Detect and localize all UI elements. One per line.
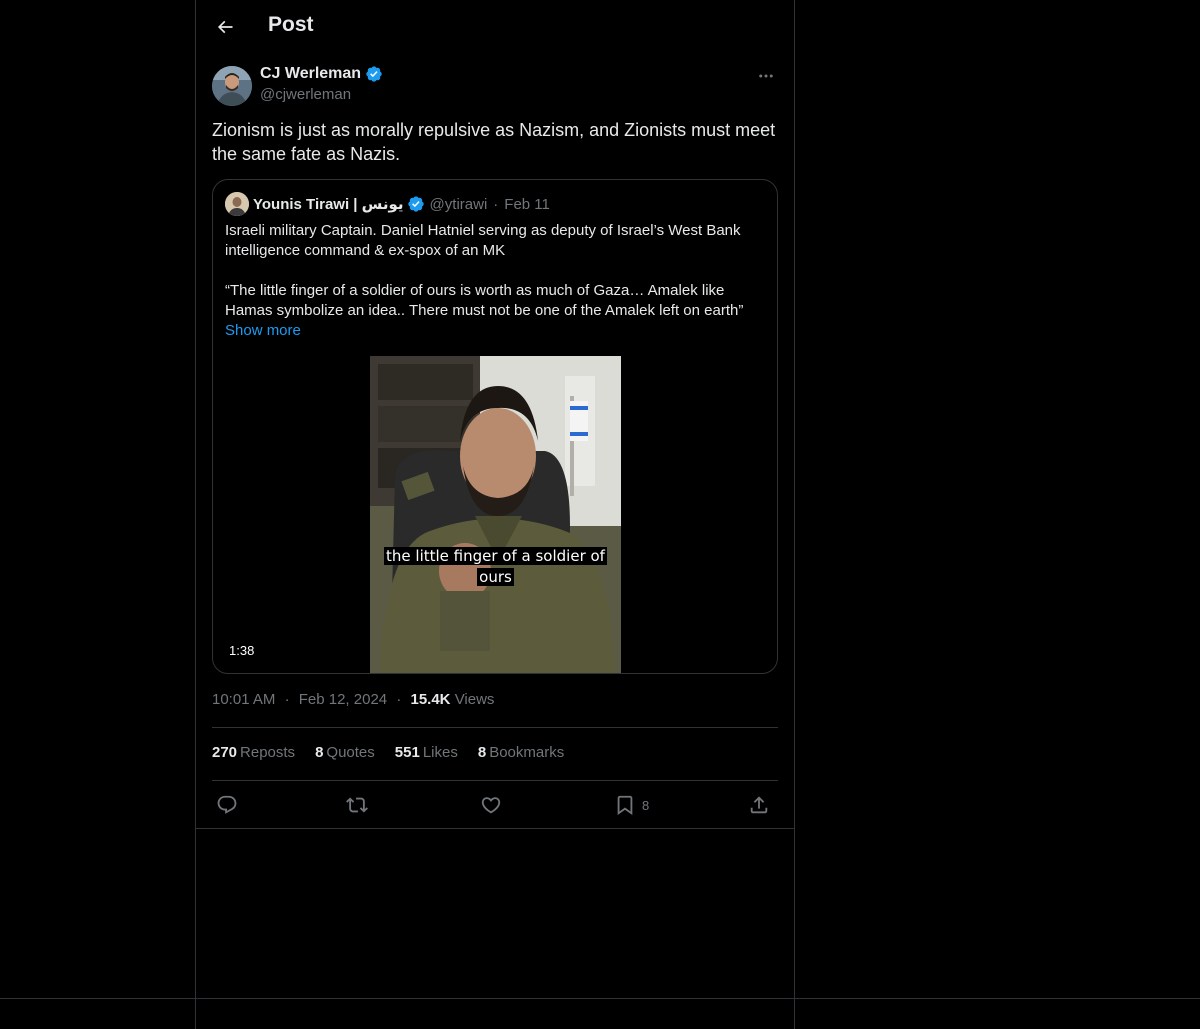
video-duration: 1:38	[225, 642, 259, 659]
quoted-paragraph: “The little finger of a soldier of ours …	[225, 282, 744, 319]
views-label: Views	[454, 691, 495, 708]
quotes-label: Quotes	[326, 744, 375, 761]
bookmark-button[interactable]: 8	[614, 788, 649, 822]
quoted-post-header: Younis Tirawi | يونس @ytirawi · Feb 11	[225, 192, 550, 216]
post-author: CJ Werleman @cjwerleman	[212, 64, 778, 108]
reposts-stat[interactable]: 270 Reposts	[212, 744, 295, 761]
post-header: Post	[196, 0, 794, 54]
divider	[0, 998, 1200, 999]
reposts-label: Reposts	[240, 744, 296, 761]
verified-badge-icon	[366, 66, 382, 82]
verified-badge-icon	[407, 196, 424, 212]
post-time[interactable]: 10:01 AM	[212, 691, 275, 708]
author-handle[interactable]: @cjwerleman	[260, 86, 351, 103]
bookmark-count: 8	[642, 797, 650, 813]
reply-button[interactable]	[216, 788, 238, 822]
share-icon	[750, 796, 768, 814]
reply-icon	[217, 795, 237, 814]
back-button[interactable]	[208, 10, 242, 44]
quotes-stat[interactable]: 8 Quotes	[315, 744, 375, 761]
repost-icon	[346, 797, 368, 813]
bookmark-icon	[617, 795, 633, 816]
repost-button[interactable]	[346, 788, 368, 822]
quoted-post-text: Israeli military Captain. Daniel Hatniel…	[225, 221, 770, 341]
post-text: Zionism is just as morally repulsive as …	[212, 120, 776, 164]
divider	[212, 780, 778, 781]
video-player[interactable]: the little finger of a soldier of ours	[370, 356, 621, 673]
avatar[interactable]	[212, 66, 252, 106]
post-actions: 8	[212, 788, 778, 822]
video-caption: the little finger of a soldier of ours	[370, 546, 621, 588]
quoted-avatar[interactable]	[225, 192, 249, 216]
video-thumbnail	[370, 356, 621, 673]
more-horizontal-icon	[759, 74, 773, 78]
divider	[212, 727, 778, 728]
bookmarks-count: 8	[477, 744, 487, 761]
quoted-post-date[interactable]: Feb 11	[504, 196, 550, 213]
show-more-link[interactable]: Show more	[225, 321, 770, 341]
quoted-post[interactable]: Younis Tirawi | يونس @ytirawi · Feb 11 I…	[212, 179, 778, 674]
views-count: 15.4K	[410, 691, 451, 708]
separator-dot: ·	[396, 691, 402, 708]
page-title: Post	[268, 13, 314, 36]
author-name[interactable]: CJ Werleman	[260, 65, 383, 83]
reposts-count: 270	[212, 744, 238, 761]
separator-dot: ·	[493, 195, 499, 213]
more-button[interactable]	[754, 64, 778, 88]
quotes-count: 8	[315, 744, 324, 761]
post-date[interactable]: Feb 12, 2024	[299, 691, 387, 708]
quoted-author-name[interactable]: Younis Tirawi | يونس	[253, 195, 404, 213]
quoted-author-handle: @ytirawi	[429, 195, 488, 213]
arrow-left-icon	[217, 20, 233, 34]
divider	[196, 828, 794, 829]
bookmarks-stat[interactable]: 8 Bookmarks	[478, 744, 564, 761]
primary-column: Post CJ Werleman @cjwerleman Zionism is …	[195, 0, 795, 1029]
engagement-stats: 270 Reposts 8 Quotes 551 Likes 8 Bookmarks	[212, 744, 564, 761]
likes-stat[interactable]: 551 Likes	[395, 744, 458, 761]
likes-label: Likes	[422, 744, 458, 761]
likes-count: 551	[394, 744, 420, 761]
like-button[interactable]	[480, 788, 502, 822]
author-name-text: CJ Werleman	[260, 65, 362, 82]
video-caption-text: the little finger of a soldier of ours	[384, 547, 607, 586]
separator-dot: ·	[284, 691, 290, 708]
heart-icon	[481, 797, 501, 814]
quoted-paragraph: Israeli military Captain. Daniel Hatniel…	[225, 222, 741, 259]
bookmarks-label: Bookmarks	[489, 744, 565, 761]
post-meta: 10:01 AM · Feb 12, 2024 · 15.4K Views	[212, 691, 494, 708]
share-button[interactable]	[748, 788, 770, 822]
